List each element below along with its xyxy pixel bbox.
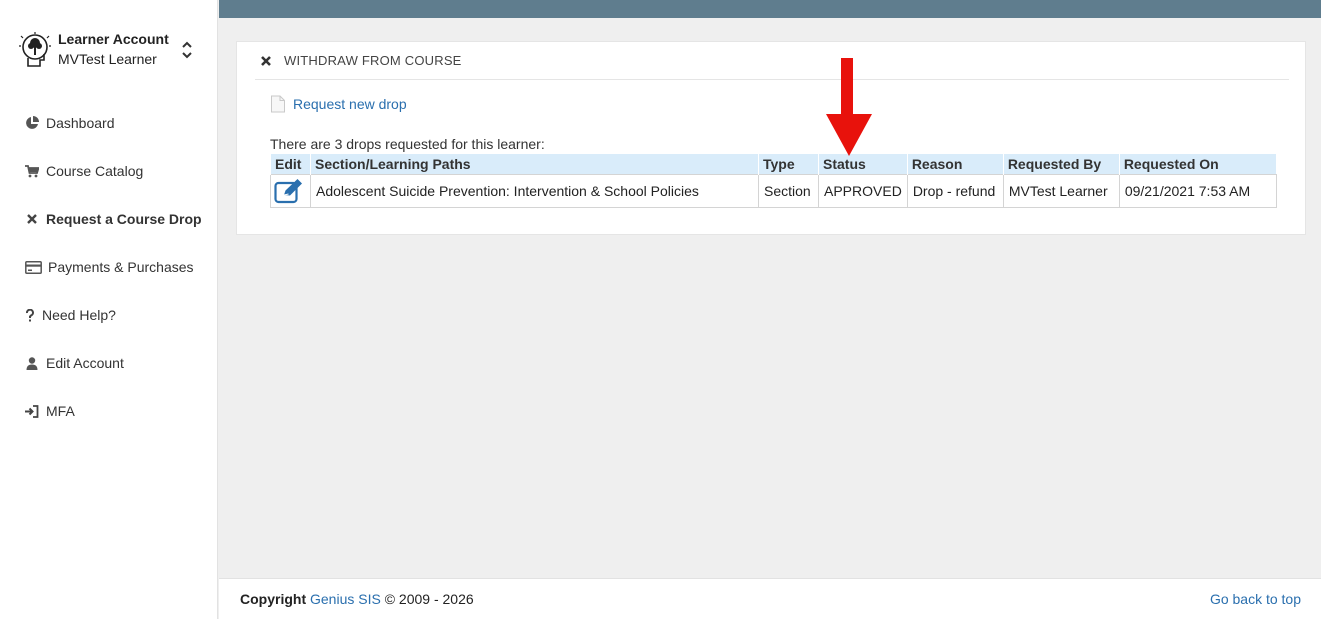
sidebar: Learner Account MVTest Learner Dashboard… xyxy=(0,0,218,619)
requested-on-cell: 09/21/2021 7:53 AM xyxy=(1118,173,1277,208)
sidebar-item-request-course-drop[interactable]: Request a Course Drop xyxy=(24,208,202,230)
sidebar-item-label: Dashboard xyxy=(46,115,115,131)
drops-summary: There are 3 drops requested for this lea… xyxy=(270,136,545,152)
drops-table: Edit Section/Learning Paths Type Status … xyxy=(270,154,1277,208)
sidebar-item-mfa[interactable]: MFA xyxy=(24,400,75,422)
sidebar-item-label: MFA xyxy=(46,403,75,419)
request-new-drop-label: Request new drop xyxy=(293,96,407,112)
go-back-to-top-link[interactable]: Go back to top xyxy=(1210,591,1301,607)
table-header-row: Edit Section/Learning Paths Type Status … xyxy=(270,154,1277,174)
sidebar-item-label: Payments & Purchases xyxy=(48,259,194,275)
column-header-reason: Reason xyxy=(906,154,1004,174)
pie-chart-icon xyxy=(24,115,40,131)
sidebar-item-label: Need Help? xyxy=(42,307,116,323)
close-icon xyxy=(261,55,271,66)
red-arrow-annotation xyxy=(826,58,872,156)
head-tree-logo-icon xyxy=(19,32,51,67)
shopping-cart-icon xyxy=(24,163,40,179)
edit-icon[interactable] xyxy=(274,178,304,204)
footer: Copyright Genius SIS © 2009 - 2026 Go ba… xyxy=(219,578,1321,619)
sidebar-item-label: Course Catalog xyxy=(46,163,144,179)
sidebar-item-dashboard[interactable]: Dashboard xyxy=(24,112,115,134)
type-cell: Section xyxy=(758,173,819,208)
credit-card-icon xyxy=(24,259,42,275)
column-header-requested-on: Requested On xyxy=(1118,154,1277,174)
column-header-type: Type xyxy=(758,154,819,174)
reason-cell: Drop - refund xyxy=(906,173,1004,208)
sidebar-item-course-catalog[interactable]: Course Catalog xyxy=(24,160,143,182)
sidebar-item-label: Request a Course Drop xyxy=(46,211,202,227)
request-new-drop-link[interactable]: Request new drop xyxy=(270,95,407,113)
sidebar-item-need-help[interactable]: Need Help? xyxy=(24,304,116,326)
copyright-years: © 2009 - 2026 xyxy=(384,591,474,607)
close-icon xyxy=(24,211,40,227)
panel-header: WITHDRAW FROM COURSE xyxy=(255,42,1289,80)
section-cell: Adolescent Suicide Prevention: Intervent… xyxy=(310,173,759,208)
column-header-section: Section/Learning Paths xyxy=(310,154,759,174)
user-icon xyxy=(24,355,40,371)
column-header-edit: Edit xyxy=(270,154,311,174)
edit-cell xyxy=(270,173,311,208)
document-icon xyxy=(271,95,285,113)
table-row: Adolescent Suicide Prevention: Intervent… xyxy=(270,173,1277,208)
withdraw-panel: WITHDRAW FROM COURSE Request new drop Th… xyxy=(236,41,1306,235)
panel-title: WITHDRAW FROM COURSE xyxy=(284,53,462,68)
sidebar-item-edit-account[interactable]: Edit Account xyxy=(24,352,124,374)
account-user-name: MVTest Learner xyxy=(58,51,157,67)
sidebar-item-label: Edit Account xyxy=(46,355,124,371)
account-switcher[interactable]: Learner Account MVTest Learner xyxy=(16,30,206,74)
status-cell: APPROVED xyxy=(818,173,908,208)
question-icon xyxy=(24,307,36,323)
top-bar xyxy=(219,0,1321,18)
sidebar-item-payments-purchases[interactable]: Payments & Purchases xyxy=(24,256,194,278)
chevron-up-down-icon[interactable] xyxy=(180,39,194,61)
column-header-requested-by: Requested By xyxy=(1002,154,1120,174)
requested-by-cell: MVTest Learner xyxy=(1002,173,1120,208)
account-title: Learner Account xyxy=(58,31,169,47)
genius-sis-link[interactable]: Genius SIS xyxy=(310,591,381,607)
copyright-label: Copyright xyxy=(240,591,307,607)
copyright: Copyright Genius SIS © 2009 - 2026 xyxy=(240,591,474,607)
sign-in-icon xyxy=(24,403,40,419)
